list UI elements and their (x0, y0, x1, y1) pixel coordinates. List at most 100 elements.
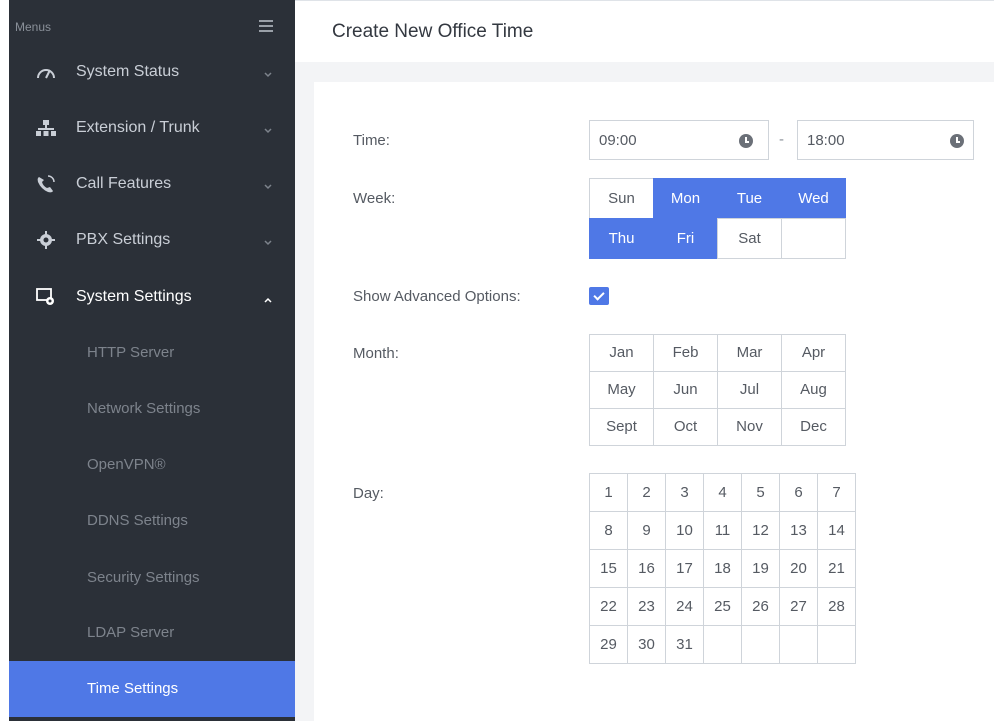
day-option[interactable]: 22 (589, 587, 628, 626)
day-option[interactable]: 7 (817, 473, 856, 512)
nav-item-label: System Status (76, 63, 180, 80)
sidebar-item-http-server[interactable]: HTTP Server (9, 332, 295, 372)
sidebar-item-security-settings[interactable]: Security Settings (9, 557, 295, 597)
day-option[interactable]: 13 (779, 511, 818, 550)
day-option[interactable]: 10 (665, 511, 704, 550)
day-option[interactable]: 31 (665, 625, 704, 664)
sidebar-item-ddns-settings[interactable]: DDNS Settings (9, 500, 295, 540)
sidebar: Menus System Status Extension / Trunk Ca… (9, 0, 295, 721)
day-option[interactable]: 2 (627, 473, 666, 512)
empty-cell (779, 625, 818, 664)
end-time-input[interactable]: 18:00 (797, 120, 974, 160)
day-option[interactable]: 6 (779, 473, 818, 512)
day-option[interactable]: 15 (589, 549, 628, 588)
sidebar-item-network-settings[interactable]: Network Settings (9, 388, 295, 428)
day-option[interactable]: 18 (703, 549, 742, 588)
chevron-down-icon (264, 234, 272, 246)
nav-item-pbx-settings[interactable]: PBX Settings (9, 220, 295, 260)
day-option[interactable]: 16 (627, 549, 666, 588)
settings-screen-icon (35, 287, 59, 307)
menus-header: Menus (9, 0, 295, 40)
month-option[interactable]: Jan (589, 334, 654, 372)
day-option[interactable]: 9 (627, 511, 666, 550)
month-option[interactable]: Sept (589, 408, 654, 446)
nav-item-label: PBX Settings (76, 231, 171, 248)
advanced-options-label: Show Advanced Options: (353, 288, 521, 305)
chevron-down-icon (264, 178, 272, 190)
nav-item-extension-trunk[interactable]: Extension / Trunk (9, 108, 295, 148)
sidebar-item-openvpn[interactable]: OpenVPN® (9, 444, 295, 484)
month-option[interactable]: Jun (653, 371, 718, 409)
menus-label: Menus (15, 20, 52, 34)
month-label: Month: (353, 345, 399, 362)
day-option[interactable]: 4 (703, 473, 742, 512)
day-option[interactable]: 17 (665, 549, 704, 588)
day-option[interactable]: 5 (741, 473, 780, 512)
month-option[interactable]: May (589, 371, 654, 409)
month-option[interactable]: Nov (717, 408, 782, 446)
month-option[interactable]: Aug (781, 371, 846, 409)
day-option[interactable]: 8 (589, 511, 628, 550)
week-label: Week: (353, 190, 396, 207)
clock-icon[interactable] (739, 134, 753, 148)
day-option[interactable]: 27 (779, 587, 818, 626)
nav-item-call-features[interactable]: Call Features (9, 164, 295, 204)
day-option[interactable]: 20 (779, 549, 818, 588)
day-option[interactable]: 11 (703, 511, 742, 550)
sidebar-item-label: LDAP Server (87, 624, 175, 641)
advanced-options-checkbox[interactable] (589, 287, 609, 305)
menu-collapse-icon[interactable] (259, 20, 273, 32)
start-time-value: 09:00 (599, 132, 637, 149)
week-day-option[interactable]: Sat (717, 218, 782, 259)
phone-icon (35, 174, 59, 194)
clock-icon[interactable] (950, 134, 964, 148)
day-label: Day: (353, 485, 384, 502)
week-day-option[interactable]: Mon (653, 178, 718, 219)
sidebar-item-time-settings[interactable]: Time Settings (9, 661, 295, 717)
page-title: Create New Office Time (332, 21, 534, 42)
month-option[interactable]: Mar (717, 334, 782, 372)
day-option[interactable]: 3 (665, 473, 704, 512)
time-separator: - (779, 131, 784, 148)
day-option[interactable]: 1 (589, 473, 628, 512)
nav-item-label: Call Features (76, 175, 172, 192)
gauge-icon (35, 62, 59, 82)
day-option[interactable]: 23 (627, 587, 666, 626)
sidebar-item-label: Network Settings (87, 400, 201, 417)
week-day-option[interactable]: Sun (589, 178, 654, 219)
day-option[interactable]: 28 (817, 587, 856, 626)
day-option[interactable]: 19 (741, 549, 780, 588)
day-option[interactable]: 14 (817, 511, 856, 550)
sidebar-item-label: Security Settings (87, 569, 200, 586)
month-option[interactable]: Feb (653, 334, 718, 372)
nav-item-label: Extension / Trunk (76, 119, 200, 136)
time-label: Time: (353, 132, 390, 149)
month-option[interactable]: Apr (781, 334, 846, 372)
week-day-option[interactable]: Fri (653, 218, 718, 259)
day-option[interactable]: 25 (703, 587, 742, 626)
sidebar-item-label: DDNS Settings (87, 512, 188, 529)
week-day-option[interactable]: Wed (781, 178, 846, 219)
month-option[interactable]: Oct (653, 408, 718, 446)
end-time-value: 18:00 (807, 132, 845, 149)
day-option[interactable]: 26 (741, 587, 780, 626)
network-icon (35, 118, 59, 138)
sidebar-item-label: OpenVPN® (87, 456, 166, 473)
month-option[interactable]: Dec (781, 408, 846, 446)
day-option[interactable]: 21 (817, 549, 856, 588)
sidebar-item-label: Time Settings (87, 680, 179, 697)
sidebar-item-ldap-server[interactable]: LDAP Server (9, 612, 295, 652)
day-option[interactable]: 24 (665, 587, 704, 626)
start-time-input[interactable]: 09:00 (589, 120, 769, 160)
page-header: Create New Office Time (295, 0, 994, 62)
nav-item-system-settings[interactable]: System Settings (9, 277, 295, 317)
week-day-option[interactable]: Tue (717, 178, 782, 219)
week-day-option[interactable]: Thu (589, 218, 654, 259)
day-option[interactable]: 12 (741, 511, 780, 550)
chevron-down-icon (264, 122, 272, 134)
chevron-up-icon (264, 291, 272, 303)
month-option[interactable]: Jul (717, 371, 782, 409)
nav-item-system-status[interactable]: System Status (9, 52, 295, 92)
day-option[interactable]: 30 (627, 625, 666, 664)
day-option[interactable]: 29 (589, 625, 628, 664)
